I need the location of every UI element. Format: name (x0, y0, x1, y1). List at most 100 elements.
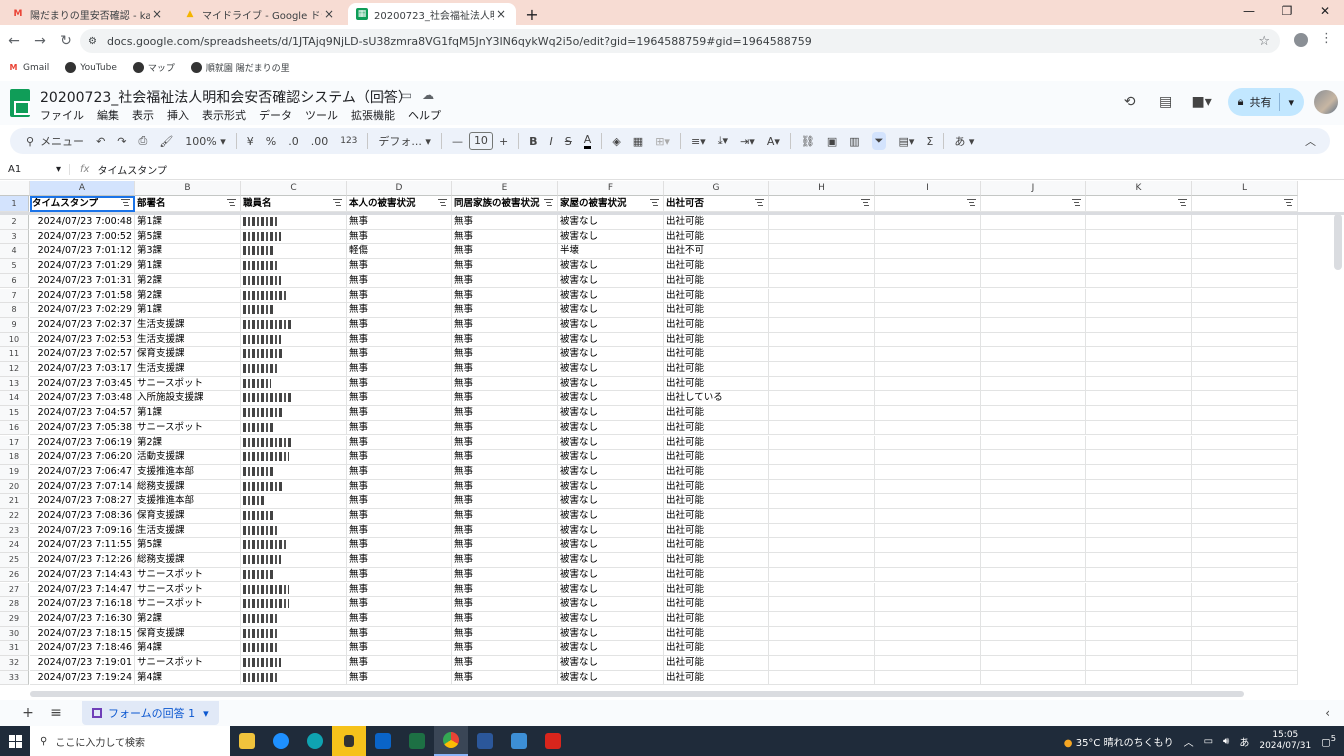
paint-format-icon[interactable]: 🖌︎ (159, 135, 173, 148)
chevron-down-icon[interactable]: ▾ (203, 707, 209, 720)
table-cell[interactable]: 無事 (347, 641, 452, 656)
explore-collapse-icon[interactable]: ‹ (1325, 706, 1330, 720)
filter-icon[interactable] (967, 199, 976, 207)
table-cell[interactable]: 無事 (347, 362, 452, 377)
table-cell[interactable] (241, 332, 347, 348)
table-cell[interactable] (241, 435, 347, 451)
table-cell[interactable] (1192, 494, 1298, 509)
table-cell[interactable]: 無事 (452, 641, 558, 656)
table-cell[interactable]: 無事 (347, 420, 452, 436)
volume-icon[interactable]: 🔊︎ (1223, 736, 1229, 747)
column-header-k[interactable]: K (1086, 181, 1192, 196)
table-cell[interactable] (1086, 670, 1192, 686)
weather-widget[interactable]: ● 35°C 晴れのちくもり (1064, 734, 1174, 749)
table-cell[interactable] (875, 259, 981, 274)
table-cell[interactable] (769, 509, 875, 524)
row-header[interactable]: 12 (0, 362, 29, 377)
table-cell[interactable]: 第1課 (135, 259, 241, 274)
table-cell[interactable]: 無事 (347, 626, 452, 642)
start-button[interactable] (0, 726, 30, 756)
table-cell[interactable] (769, 332, 875, 348)
table-cell[interactable]: 被害なし (558, 641, 664, 656)
table-cell[interactable]: 第1課 (135, 215, 241, 230)
table-cell[interactable] (875, 435, 981, 451)
row-header[interactable]: 33 (0, 670, 29, 686)
table-cell[interactable] (1192, 273, 1298, 289)
move-folder-icon[interactable]: ▭ (401, 88, 412, 102)
table-cell[interactable] (875, 332, 981, 348)
table-cell[interactable]: 無事 (452, 597, 558, 612)
column-header-f[interactable]: F (558, 181, 664, 196)
table-cell[interactable]: 無事 (347, 464, 452, 480)
row-header[interactable]: 11 (0, 347, 29, 362)
header-cell[interactable]: 本人の被害状況 (347, 196, 452, 212)
table-cell[interactable] (875, 406, 981, 421)
table-cell[interactable] (875, 391, 981, 407)
table-cell[interactable] (769, 376, 875, 392)
insert-link-icon[interactable]: ⛓ (801, 135, 815, 148)
table-cell[interactable]: 被害なし (558, 288, 664, 304)
comments-icon[interactable]: ▤ (1148, 94, 1184, 110)
table-cell[interactable]: 無事 (452, 450, 558, 465)
column-header-i[interactable]: I (875, 181, 981, 196)
table-cell[interactable] (981, 464, 1086, 480)
row-header[interactable]: 13 (0, 376, 29, 392)
table-cell[interactable]: 保育支援課 (135, 626, 241, 642)
table-cell[interactable] (1192, 347, 1298, 362)
table-cell[interactable] (769, 553, 875, 568)
table-cell[interactable]: 被害なし (558, 215, 664, 230)
table-cell[interactable]: 2024/07/23 7:19:24 (30, 670, 135, 686)
borders-icon[interactable]: ▦ (633, 135, 643, 148)
table-cell[interactable]: 無事 (452, 376, 558, 392)
table-cell[interactable]: 被害なし (558, 362, 664, 377)
table-cell[interactable]: 無事 (347, 317, 452, 333)
row-header[interactable]: 1 (0, 196, 29, 212)
table-cell[interactable] (981, 611, 1086, 627)
taskbar-app[interactable] (502, 726, 536, 756)
align-horizontal-icon[interactable]: ≡▾ (691, 135, 706, 148)
row-header[interactable]: 30 (0, 626, 29, 642)
table-cell[interactable]: 出社可能 (664, 215, 769, 230)
table-cell[interactable]: 2024/07/23 7:08:36 (30, 509, 135, 524)
table-cell[interactable]: 無事 (347, 347, 452, 362)
table-cell[interactable]: 出社可能 (664, 450, 769, 465)
table-cell[interactable] (1086, 229, 1192, 245)
table-cell[interactable] (769, 303, 875, 318)
table-cell[interactable] (875, 611, 981, 627)
table-cell[interactable] (1192, 229, 1298, 245)
row-header[interactable]: 20 (0, 479, 29, 495)
table-cell[interactable] (875, 567, 981, 583)
chevron-down-icon[interactable]: ▾ (1288, 96, 1294, 109)
bookmark-maps[interactable]: マップ (132, 61, 175, 74)
filter-icon[interactable] (544, 199, 553, 207)
row-header[interactable]: 29 (0, 611, 29, 627)
menu-edit[interactable]: 編集 (97, 107, 119, 123)
table-cell[interactable]: 総務支援課 (135, 553, 241, 568)
row-header[interactable]: 3 (0, 229, 29, 245)
back-icon[interactable]: ← (2, 33, 26, 49)
add-sheet-icon[interactable]: + (14, 705, 42, 721)
taskbar-outlook[interactable] (366, 726, 400, 756)
table-cell[interactable]: 無事 (452, 553, 558, 568)
row-header[interactable]: 9 (0, 317, 29, 333)
fill-color-icon[interactable]: ◈ (612, 135, 620, 148)
table-cell[interactable] (1086, 376, 1192, 392)
table-cell[interactable] (1086, 567, 1192, 583)
table-cell[interactable] (1086, 509, 1192, 524)
filter-icon[interactable] (438, 199, 447, 207)
table-cell[interactable] (875, 553, 981, 568)
frozen-row-divider[interactable] (0, 212, 1344, 215)
table-cell[interactable]: 無事 (452, 582, 558, 598)
browser-tab-drive[interactable]: ▲ マイドライブ - Google ドライブ × (176, 3, 344, 25)
table-cell[interactable] (1086, 611, 1192, 627)
document-title[interactable]: 20200723_社会福祉法人明和会安否確認システム（回答） (40, 87, 412, 107)
table-cell[interactable] (875, 641, 981, 656)
table-cell[interactable] (1086, 362, 1192, 377)
table-cell[interactable]: 出社可能 (664, 273, 769, 289)
table-cell[interactable]: 出社可能 (664, 303, 769, 318)
table-cell[interactable] (875, 273, 981, 289)
row-header[interactable]: 17 (0, 435, 29, 451)
table-cell[interactable] (241, 303, 347, 318)
table-cell[interactable] (981, 670, 1086, 686)
table-cell[interactable]: 出社可能 (664, 611, 769, 627)
